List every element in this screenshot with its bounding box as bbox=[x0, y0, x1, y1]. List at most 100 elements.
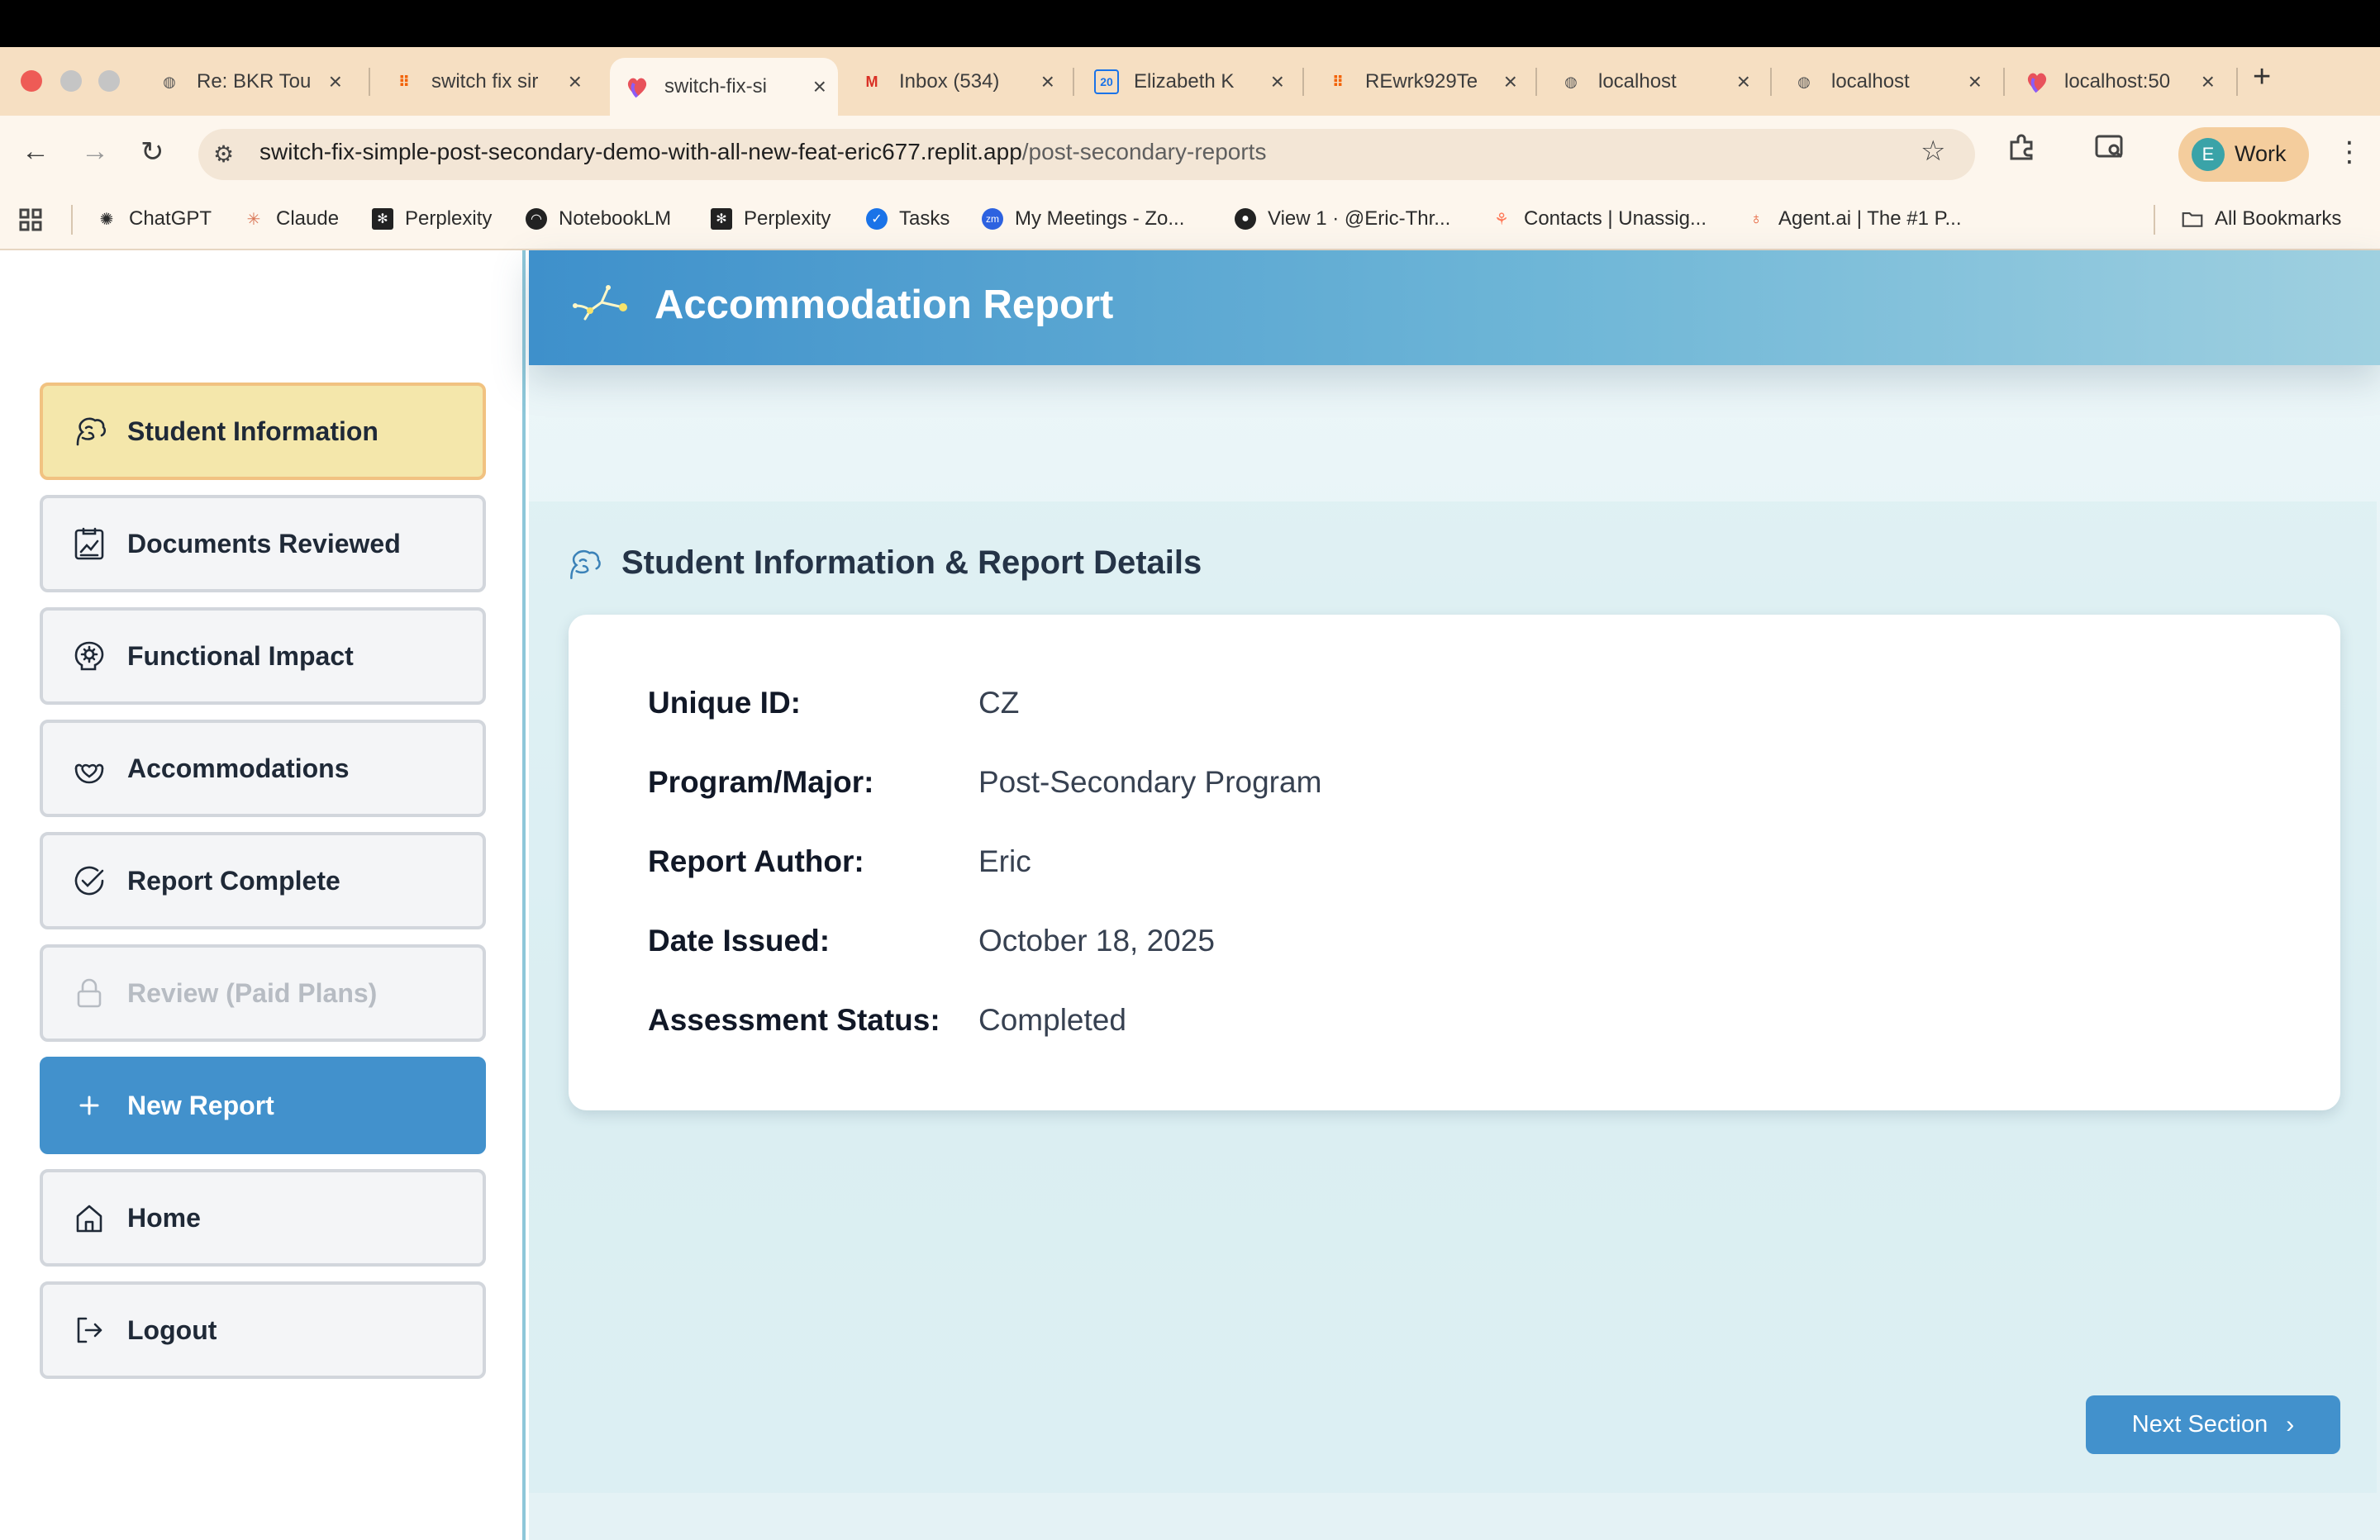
calendar-icon: 20 bbox=[1094, 69, 1119, 94]
bookmark-perplexity-2[interactable]: ✻ Perplexity bbox=[711, 207, 831, 231]
tab-close-icon[interactable]: × bbox=[1504, 69, 1517, 95]
globe-icon: ◍ bbox=[163, 73, 176, 90]
bookmark-agentai[interactable]: ♁ Agent.ai | The #1 P... bbox=[1745, 207, 1962, 231]
date-issued-value: October 18, 2025 bbox=[978, 924, 1215, 958]
bookmarks-divider bbox=[2154, 205, 2155, 235]
profile-label[interactable]: Work bbox=[2235, 141, 2287, 167]
browser-tab-active[interactable]: switch-fix-si × bbox=[610, 58, 838, 116]
tab-close-icon[interactable]: × bbox=[1737, 69, 1750, 95]
program-major-label: Program/Major: bbox=[648, 765, 874, 799]
tab-divider bbox=[2236, 68, 2238, 96]
tab-close-icon[interactable]: × bbox=[1968, 69, 1982, 95]
browser-tab[interactable]: localhost:50 × bbox=[2010, 55, 2226, 109]
sidebar-item-review-paid-plans[interactable]: Review (Paid Plans) bbox=[40, 944, 486, 1042]
bookmark-chatgpt[interactable]: ✺ ChatGPT bbox=[96, 207, 212, 231]
perplexity-icon: ✻ bbox=[711, 208, 732, 230]
hands-heart-icon bbox=[71, 750, 107, 787]
sidebar-item-student-information[interactable]: Student Information bbox=[40, 383, 486, 480]
globe-icon: ◍ bbox=[1797, 73, 1811, 90]
tab-close-icon[interactable]: × bbox=[329, 69, 342, 95]
app-logo-icon bbox=[570, 279, 630, 329]
extensions-icon[interactable] bbox=[2006, 132, 2036, 169]
chatgpt-icon: ✺ bbox=[99, 210, 114, 229]
close-window-button[interactable] bbox=[21, 70, 42, 92]
tab-close-icon[interactable]: × bbox=[1271, 69, 1284, 95]
tab-divider bbox=[1770, 68, 1772, 96]
bookmarks-bar bbox=[0, 192, 2380, 250]
tab-divider bbox=[2003, 68, 2005, 96]
bookmarks-divider bbox=[71, 205, 73, 235]
sidebar-item-documents-reviewed[interactable]: Documents Reviewed bbox=[40, 495, 486, 592]
reload-icon[interactable]: ↻ bbox=[140, 135, 164, 169]
bookmark-star-icon[interactable]: ☆ bbox=[1921, 135, 1945, 168]
bookmark-perplexity[interactable]: ✻ Perplexity bbox=[372, 207, 492, 231]
maximize-window-button[interactable] bbox=[98, 70, 120, 92]
perplexity-icon: ✻ bbox=[372, 208, 393, 230]
bookmark-claude[interactable]: ✳ Claude bbox=[243, 207, 339, 231]
bookmark-notebooklm[interactable]: ◠ NotebookLM bbox=[526, 207, 671, 231]
tab-close-icon[interactable]: × bbox=[813, 74, 826, 100]
home-icon bbox=[71, 1200, 107, 1236]
bookmark-zoom[interactable]: zm My Meetings - Zo... bbox=[982, 207, 1184, 231]
app-heart-icon bbox=[2025, 69, 2049, 94]
tab-divider bbox=[1535, 68, 1537, 96]
sidebar-item-accommodations[interactable]: Accommodations bbox=[40, 720, 486, 817]
screen-top-bar bbox=[0, 0, 2380, 47]
browser-tab[interactable]: ◍ localhost × bbox=[1544, 55, 1762, 109]
site-settings-icon[interactable]: ⚙ bbox=[213, 140, 234, 168]
next-section-button[interactable]: Next Section › bbox=[2086, 1395, 2340, 1454]
agentai-icon: ♁ bbox=[1749, 209, 1763, 228]
report-author-label: Report Author: bbox=[648, 844, 864, 878]
page-title: Accommodation Report bbox=[654, 283, 1114, 327]
new-report-button[interactable]: New Report bbox=[40, 1057, 486, 1154]
browser-menu-icon[interactable]: ⋮ bbox=[2335, 135, 2363, 169]
chevron-right-icon: › bbox=[2286, 1410, 2295, 1438]
globe-icon: ◍ bbox=[1564, 73, 1578, 90]
zoom-icon: zm bbox=[982, 208, 1003, 230]
replit-icon: ⠿ bbox=[1331, 73, 1345, 90]
lock-icon bbox=[71, 975, 107, 1011]
browser-tab[interactable]: ⠿ REwrk929Te × bbox=[1311, 55, 1529, 109]
all-bookmarks-button[interactable]: All Bookmarks bbox=[2182, 207, 2341, 231]
tab-close-icon[interactable]: × bbox=[569, 69, 582, 95]
back-arrow-icon[interactable]: ← bbox=[21, 135, 50, 168]
sidebar-item-home[interactable]: Home bbox=[40, 1169, 486, 1267]
browser-tab[interactable]: M Inbox (534) × bbox=[845, 55, 1066, 109]
tab-divider bbox=[1302, 68, 1304, 96]
brain-gear-icon bbox=[71, 638, 107, 674]
sidebar-item-functional-impact[interactable]: Functional Impact bbox=[40, 607, 486, 705]
tab-close-icon[interactable]: × bbox=[1041, 69, 1054, 95]
apps-grid-icon[interactable] bbox=[18, 207, 43, 232]
bookmark-tasks[interactable]: ✓ Tasks bbox=[866, 207, 950, 231]
browser-tab[interactable]: ◍ localhost × bbox=[1777, 55, 1993, 109]
new-tab-button[interactable]: + bbox=[2253, 59, 2271, 95]
browser-tab[interactable]: ◍ Re: BKR Tou × bbox=[142, 55, 354, 109]
student-brain-icon bbox=[564, 545, 602, 583]
folder-icon bbox=[2182, 208, 2203, 230]
report-author-value: Eric bbox=[978, 844, 1031, 878]
date-issued-label: Date Issued: bbox=[648, 924, 831, 958]
tab-close-icon[interactable]: × bbox=[2202, 69, 2215, 95]
github-icon: ● bbox=[1235, 208, 1256, 230]
forward-arrow-icon[interactable]: → bbox=[81, 135, 109, 168]
tasks-icon: ✓ bbox=[866, 208, 888, 230]
bookmark-hubspot[interactable]: ⚘ Contacts | Unassig... bbox=[1491, 207, 1706, 231]
sidebar-item-report-complete[interactable]: Report Complete bbox=[40, 832, 486, 929]
bookmark-github[interactable]: ● View 1 · @Eric-Thr... bbox=[1235, 207, 1450, 231]
claude-icon: ✳ bbox=[246, 210, 261, 229]
gmail-icon: M bbox=[865, 73, 878, 90]
hubspot-icon: ⚘ bbox=[1494, 210, 1509, 229]
assessment-status-value: Completed bbox=[978, 1003, 1126, 1037]
unique-id-label: Unique ID: bbox=[648, 686, 801, 720]
browser-tab[interactable]: ⠿ switch fix sir × bbox=[377, 55, 593, 109]
browser-tab[interactable]: 20 Elizabeth K × bbox=[1079, 55, 1296, 109]
tab-divider bbox=[1073, 68, 1074, 96]
app-heart-icon bbox=[625, 74, 650, 99]
logout-icon bbox=[71, 1312, 107, 1348]
unique-id-value: CZ bbox=[978, 686, 1020, 720]
tab-search-icon[interactable] bbox=[2094, 132, 2125, 169]
url-text[interactable]: switch-fix-simple-post-secondary-demo-wi… bbox=[259, 139, 1266, 165]
avatar[interactable]: E bbox=[2192, 138, 2225, 171]
logout-button[interactable]: Logout bbox=[40, 1281, 486, 1379]
minimize-window-button[interactable] bbox=[60, 70, 82, 92]
